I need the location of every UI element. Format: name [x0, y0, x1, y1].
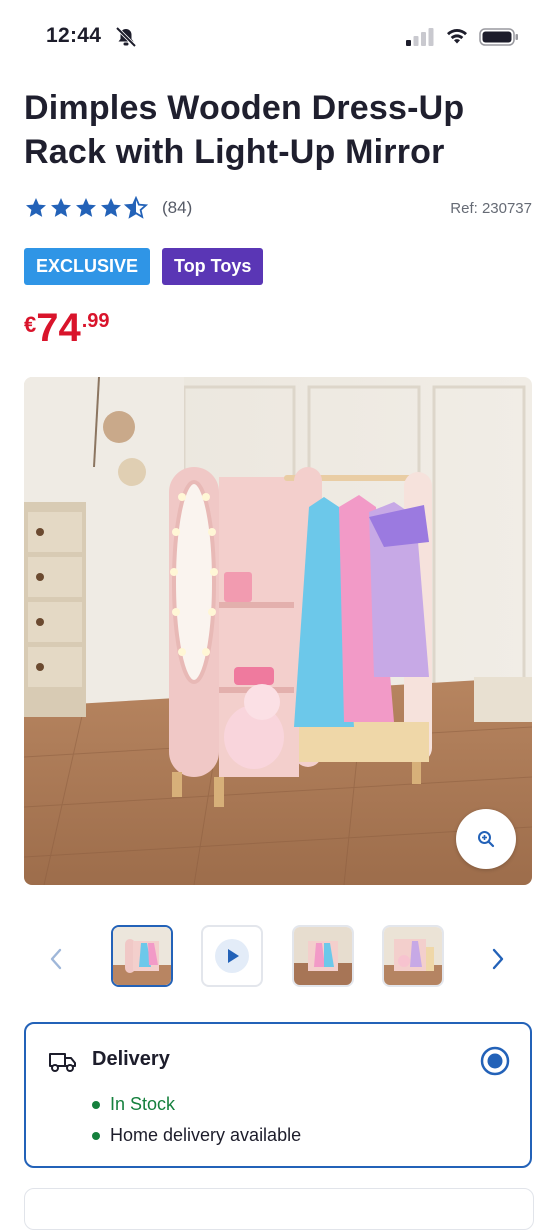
truck-icon — [49, 1053, 76, 1072]
product-image[interactable] — [24, 377, 532, 885]
star-icon — [101, 198, 121, 217]
next-option-card[interactable] — [24, 1188, 534, 1230]
thumbnail-image — [384, 927, 442, 985]
battery-icon — [479, 28, 518, 46]
price: € 74 .99 — [24, 306, 110, 350]
review-count[interactable]: (84) — [162, 198, 192, 218]
exclusive-badge: EXCLUSIVE — [24, 248, 151, 285]
delivery-radio-selected[interactable] — [480, 1046, 510, 1076]
top-toys-badge: Top Toys — [162, 248, 264, 285]
bell-muted-icon — [115, 27, 137, 47]
rating-row[interactable]: (84) — [24, 196, 192, 220]
star-rating — [24, 196, 148, 220]
badge-row: EXCLUSIVE Top Toys — [24, 248, 264, 285]
dress-up-rack-photo — [24, 377, 532, 885]
thumbnail-image — [294, 927, 352, 985]
green-dot-icon — [92, 1100, 100, 1109]
signal-icon — [406, 28, 434, 46]
next-thumbnail-button[interactable] — [478, 924, 518, 994]
star-icon — [26, 198, 46, 217]
price-whole: 74 — [36, 306, 81, 350]
chevron-left-icon — [50, 948, 62, 970]
star-icon — [51, 198, 71, 217]
delivery-title: Delivery — [92, 1048, 170, 1070]
stock-status: In Stock — [92, 1094, 175, 1115]
star-icon — [76, 198, 96, 217]
green-dot-icon — [92, 1131, 100, 1140]
prev-thumbnail-button[interactable] — [36, 924, 76, 994]
home-delivery-label: Home delivery available — [110, 1125, 302, 1145]
thumbnail-1[interactable] — [111, 925, 173, 987]
in-stock-label: In Stock — [110, 1094, 176, 1114]
product-title: Dimples Wooden Dress-Up Rack with Light-… — [24, 89, 465, 171]
price-currency: € — [24, 312, 37, 337]
thumbnail-4[interactable] — [382, 925, 444, 987]
chevron-right-icon — [492, 948, 504, 970]
thumbnail-3[interactable] — [292, 925, 354, 987]
zoom-in-icon — [478, 831, 495, 848]
thumbnail-video[interactable] — [201, 925, 263, 987]
home-delivery-status: Home delivery available — [92, 1125, 301, 1146]
price-cents: .99 — [81, 310, 110, 332]
product-ref: Ref: 230737 — [450, 200, 532, 217]
delivery-option-card[interactable]: Delivery In Stock Home delivery availabl… — [24, 1022, 532, 1168]
zoom-button[interactable] — [456, 809, 516, 869]
star-half-icon — [124, 196, 148, 219]
thumbnail-image — [113, 927, 171, 985]
play-video-icon — [215, 939, 249, 973]
wifi-icon — [447, 29, 467, 44]
status-time: 12:44 — [46, 24, 102, 47]
